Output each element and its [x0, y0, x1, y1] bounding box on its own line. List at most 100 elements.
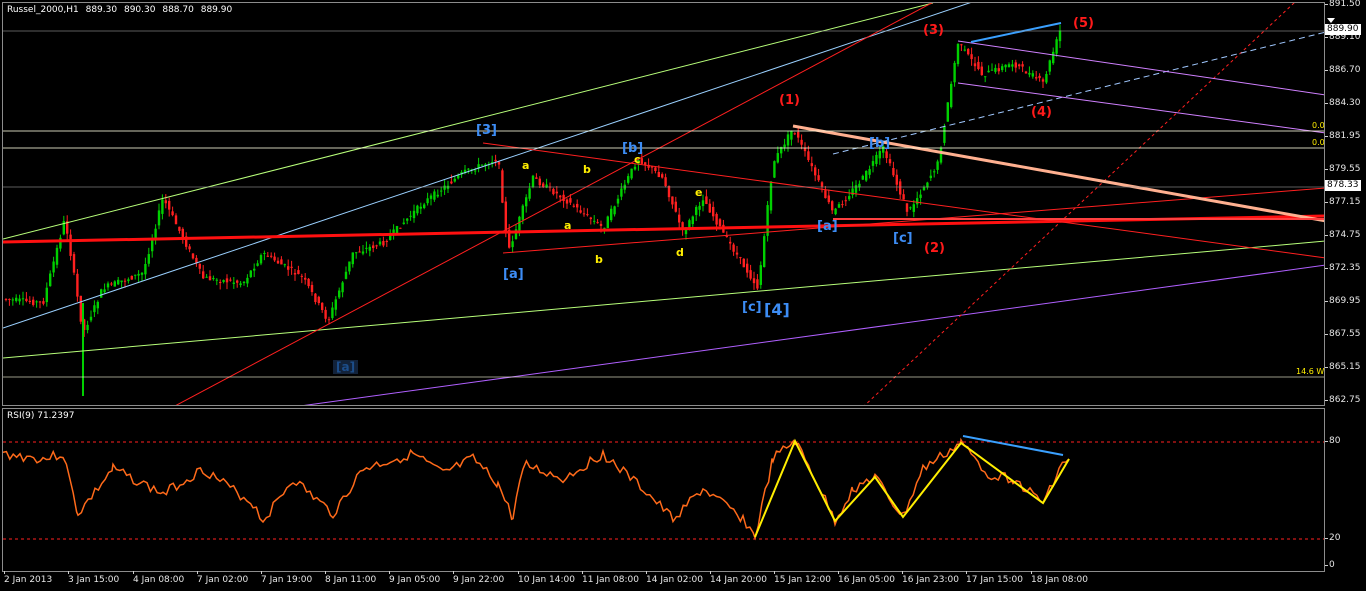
candle-body — [453, 178, 456, 182]
wave-label-yellow-a1[interactable]: a — [522, 159, 529, 172]
wave-label-yellow-c1[interactable]: c — [634, 153, 641, 166]
candle-body — [899, 181, 902, 195]
candle-body — [603, 227, 606, 229]
wave-label-blue-a2[interactable]: [a] — [817, 219, 838, 234]
candle-body — [922, 187, 926, 191]
candle-body — [977, 61, 980, 70]
candle-body — [1052, 51, 1055, 64]
wave-label-blue-3[interactable]: [3] — [476, 123, 497, 138]
wave-label-red-2[interactable]: (2) — [924, 241, 945, 256]
candle-body — [752, 278, 756, 284]
wave-label-yellow-b2[interactable]: b — [595, 253, 603, 266]
candle-body — [1018, 64, 1021, 67]
candle-body — [402, 222, 405, 224]
candle-body — [42, 301, 45, 304]
rsi-tick: 0 — [1325, 560, 1335, 570]
candle-body — [259, 255, 263, 264]
candle-body — [841, 204, 844, 206]
candle-body — [667, 186, 671, 198]
ohlc-open: 889.30 — [85, 5, 118, 15]
wave-label-yellow-d[interactable]: d — [676, 246, 684, 259]
candle-body — [1038, 75, 1041, 79]
candle-body — [729, 241, 732, 244]
candle-body — [450, 181, 453, 184]
candle-body — [385, 241, 388, 243]
candle-body — [834, 208, 837, 215]
wave-label-red-1[interactable]: (1) — [779, 93, 800, 108]
wave-label-red-3[interactable]: (3) — [923, 23, 944, 38]
wave-label-blue-a1[interactable]: [a] — [503, 267, 524, 282]
candle-body — [130, 275, 133, 280]
price-chart-pane[interactable]: Russel_2000,H1 889.30 890.30 888.70 889.… — [2, 2, 1325, 406]
rsi-pane[interactable]: RSI(9) 71.2397 — [2, 408, 1325, 572]
candle-body — [103, 289, 106, 293]
candle-body — [429, 195, 433, 199]
candle-body — [202, 271, 205, 279]
candle-body — [939, 147, 943, 163]
candle-body — [994, 67, 997, 72]
price-tick: 879.55 — [1325, 164, 1361, 174]
candle-body — [246, 277, 249, 284]
marker-price-flag: 878.33 — [1325, 180, 1361, 191]
candle-body — [307, 278, 310, 287]
candle-body — [239, 283, 242, 286]
candle-body — [967, 49, 970, 55]
candle-body — [1021, 64, 1024, 67]
candle-body — [684, 229, 688, 235]
candle-body — [817, 175, 820, 181]
candle-body — [406, 218, 409, 221]
candle-body — [1031, 73, 1034, 77]
candle-body — [205, 276, 208, 278]
wave-label-blue-c1[interactable]: [c] — [742, 300, 762, 315]
candle-body — [613, 206, 616, 215]
candle-body — [283, 264, 286, 266]
fib-label-a: 0.0 — [1312, 121, 1325, 130]
candle-body — [321, 302, 324, 310]
price-tick: 867.55 — [1325, 329, 1361, 339]
candle-body — [11, 299, 14, 301]
candle-body — [865, 170, 868, 181]
candle-body — [742, 258, 745, 268]
candle-body — [123, 280, 127, 282]
wave-label-yellow-e[interactable]: e — [695, 186, 702, 199]
candle-body — [497, 161, 501, 165]
candle-body — [8, 298, 11, 300]
wave-label-blue-c2[interactable]: [c] — [893, 231, 913, 246]
wave-label-red-4[interactable]: (4) — [1031, 105, 1052, 120]
candle-body — [382, 241, 385, 246]
candle-body — [888, 159, 892, 164]
trendline-lightblue — [3, 3, 971, 329]
candle-body — [127, 279, 130, 282]
wave-label-yellow-a2[interactable]: a — [564, 219, 571, 232]
fib-label-footer: 14.6 W — [1296, 367, 1325, 376]
time-tick: 8 Jan 11:00 — [325, 571, 377, 585]
wave-label-blue-4[interactable]: [4] — [764, 300, 790, 319]
candle-body — [154, 228, 157, 239]
candle-body — [997, 68, 1000, 72]
wave-label-blue-b2[interactable]: [b] — [869, 136, 890, 151]
candle-body — [861, 175, 864, 180]
candle-body — [691, 216, 694, 225]
wave-label-yellow-b1[interactable]: b — [583, 163, 591, 176]
candle-body — [1055, 39, 1058, 54]
candle-body — [256, 263, 259, 266]
candle-body — [759, 265, 762, 285]
candle-body — [950, 83, 953, 108]
trendline-dashed-blue — [832, 31, 1324, 155]
wave-label-red-5[interactable]: (5) — [1073, 16, 1094, 31]
candle-body — [28, 300, 31, 302]
candle-body — [644, 162, 647, 165]
symbol-timeframe: Russel_2000,H1 — [7, 5, 79, 15]
candle-body — [45, 287, 48, 303]
candle-body — [117, 279, 120, 285]
candle-body — [511, 241, 514, 248]
candle-body — [810, 163, 813, 167]
rsi-header: RSI(9) 71.2397 — [7, 411, 75, 421]
candle-body — [837, 204, 841, 208]
candle-body — [1024, 71, 1028, 74]
price-tick: 862.75 — [1325, 395, 1361, 405]
wave-label-navy-a[interactable]: [a] — [333, 360, 359, 374]
candle-body — [287, 266, 290, 270]
candle-body — [946, 102, 949, 122]
candle-body — [378, 241, 382, 245]
